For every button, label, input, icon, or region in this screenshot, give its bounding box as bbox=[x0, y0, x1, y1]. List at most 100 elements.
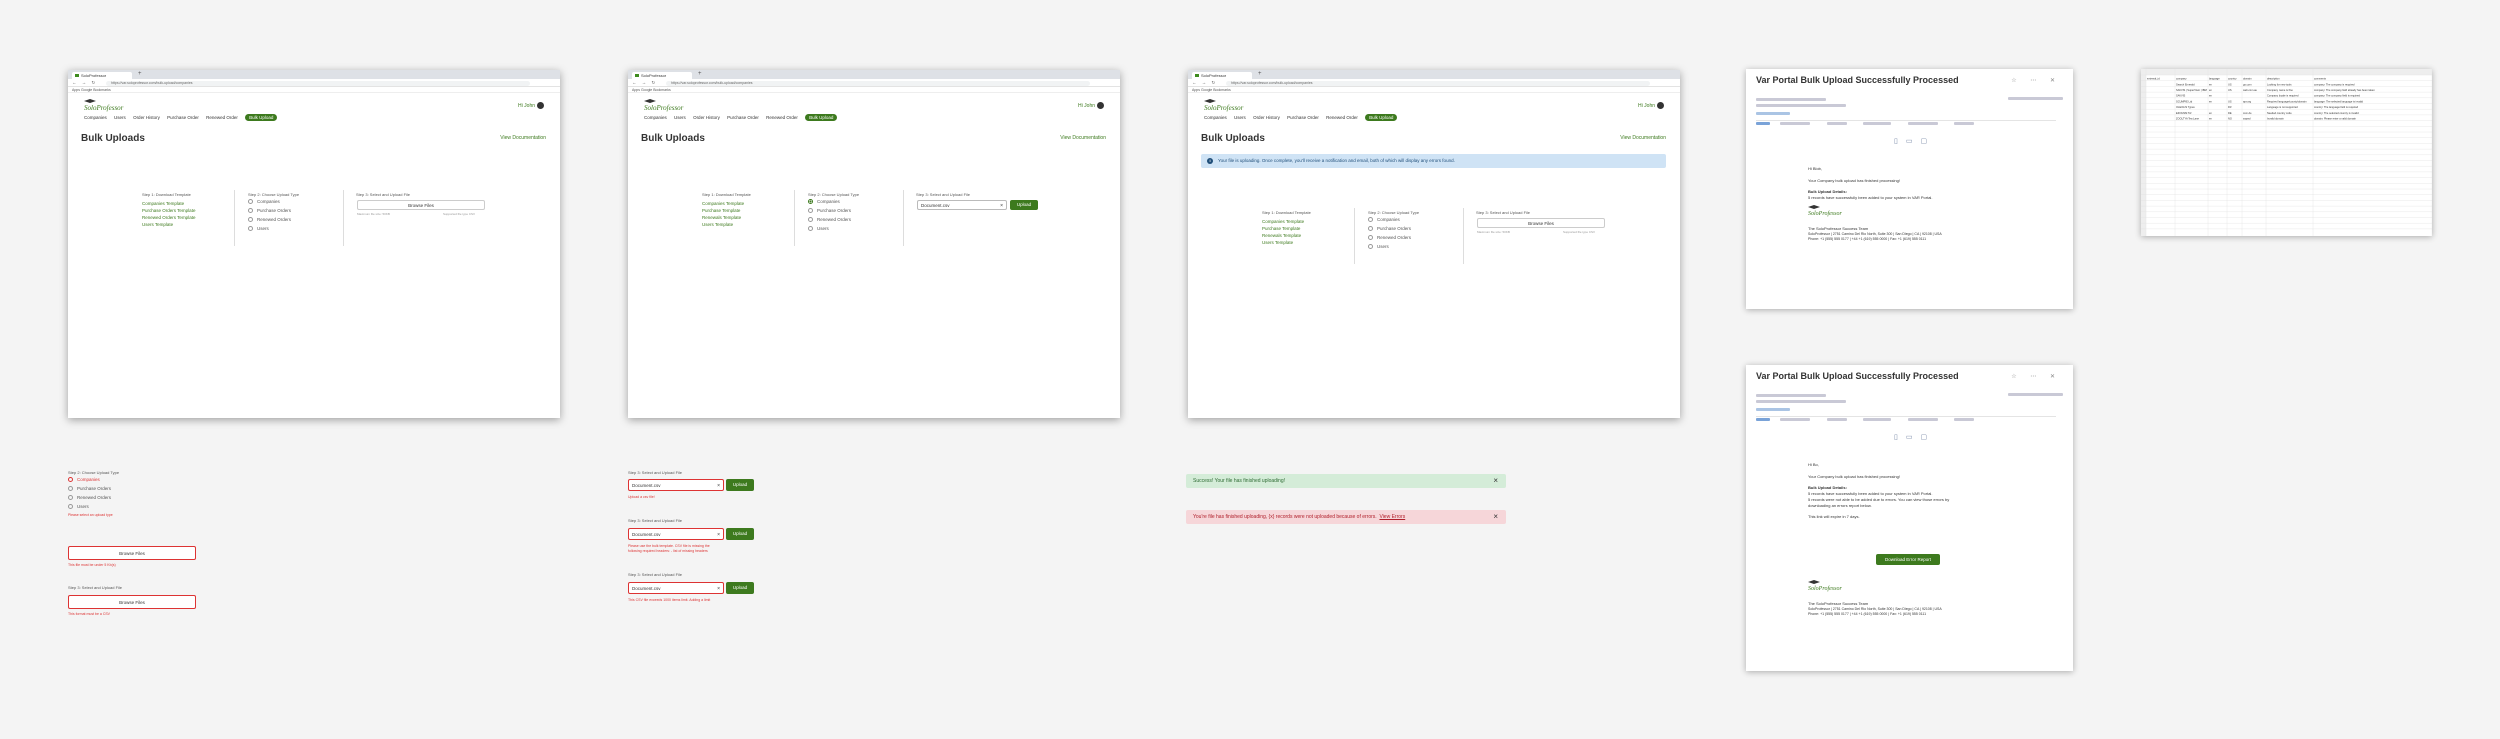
upload-button[interactable]: Upload bbox=[726, 528, 754, 540]
nav-renewed-order[interactable]: Renewed Order bbox=[766, 115, 798, 120]
companies-template-link[interactable]: Companies Template bbox=[1262, 218, 1311, 225]
radio-companies[interactable]: Companies bbox=[248, 197, 299, 206]
nav-companies[interactable]: Companies bbox=[1204, 115, 1227, 120]
step3: Step 3: Select and Upload File bbox=[356, 192, 496, 197]
upload-button[interactable]: Upload bbox=[726, 479, 754, 491]
email-actions-icon[interactable]: ☆ ⋯ ✕ bbox=[2011, 373, 2061, 380]
view-errors-link[interactable]: View Errors bbox=[1379, 514, 1405, 520]
file-input-error[interactable]: Document.csv × bbox=[628, 479, 724, 491]
nav-order-history[interactable]: Order History bbox=[133, 115, 160, 120]
no-type-error: Please select an upload type bbox=[68, 513, 113, 517]
renewed-template-link[interactable]: Renewals Template bbox=[1262, 232, 1311, 239]
radio-companies[interactable]: Companies bbox=[808, 197, 859, 206]
nav-bulk-upload[interactable]: Bulk Upload bbox=[805, 114, 838, 121]
url-field[interactable]: https://var.soloprofessor.com/bulk-uploa… bbox=[666, 80, 1090, 86]
companies-template-link[interactable]: Companies Template bbox=[142, 200, 195, 207]
nav-users[interactable]: Users bbox=[114, 115, 126, 120]
renewed-template-link[interactable]: Renewed Orders Template bbox=[142, 214, 195, 221]
nav-purchase-order[interactable]: Purchase Order bbox=[1287, 115, 1319, 120]
new-tab-icon[interactable]: + bbox=[138, 71, 142, 77]
view-docs-link[interactable]: View Documentation bbox=[500, 135, 546, 141]
user-menu[interactable]: Hi John bbox=[1638, 102, 1664, 109]
close-icon[interactable]: × bbox=[1493, 474, 1498, 488]
radio-renewed[interactable]: Renewed Orders bbox=[1368, 233, 1419, 242]
radio-purchase[interactable]: Purchase Orders bbox=[808, 206, 859, 215]
clear-file-icon[interactable]: × bbox=[717, 480, 720, 492]
browser-tab[interactable]: SoloProfessor bbox=[1192, 72, 1252, 79]
radio-companies[interactable]: Companies bbox=[68, 475, 119, 484]
browser-tab[interactable]: SoloProfessor bbox=[72, 72, 132, 79]
radio-users[interactable]: Users bbox=[1368, 242, 1419, 251]
nav-purchase-order[interactable]: Purchase Order bbox=[727, 115, 759, 120]
radio-users[interactable]: Users bbox=[248, 224, 299, 233]
nav-arrows-icon[interactable]: ← → ↻ bbox=[632, 80, 657, 86]
nav-purchase-order[interactable]: Purchase Order bbox=[167, 115, 199, 120]
nav-bulk-upload[interactable]: Bulk Upload bbox=[245, 114, 278, 121]
nav-arrows-icon[interactable]: ← → ↻ bbox=[72, 80, 97, 86]
nav-bulk-upload[interactable]: Bulk Upload bbox=[1365, 114, 1398, 121]
device-preview-icon[interactable]: ▯▭▢ bbox=[1894, 433, 1935, 441]
users-template-link[interactable]: Users Template bbox=[1262, 239, 1311, 246]
file-input-error[interactable]: Document.csv × bbox=[628, 582, 724, 594]
radio-purchase[interactable]: Purchase Orders bbox=[1368, 224, 1419, 233]
user-menu[interactable]: Hi John bbox=[1078, 102, 1104, 109]
purchase-template-link[interactable]: Purchase Orders Template bbox=[142, 207, 195, 214]
nav-order-history[interactable]: Order History bbox=[1253, 115, 1280, 120]
headers-error-2: following required headers: - list of mi… bbox=[628, 549, 708, 553]
device-preview-icon[interactable]: ▯▭▢ bbox=[1894, 137, 1935, 145]
step2: Step 2: Choose Upload Type Companies Pur… bbox=[248, 192, 299, 233]
radio-users[interactable]: Users bbox=[68, 502, 119, 511]
sheet-cell: apr.org bbox=[2243, 99, 2252, 103]
sheet-cell: country: The selected country is invalid bbox=[2314, 111, 2359, 115]
file-input[interactable]: Document.csv × bbox=[917, 200, 1007, 210]
logo: SoloProfessor bbox=[84, 99, 123, 112]
radio-renewed[interactable]: Renewed Orders bbox=[68, 493, 119, 502]
view-docs-link[interactable]: View Documentation bbox=[1060, 135, 1106, 141]
nav-order-history[interactable]: Order History bbox=[693, 115, 720, 120]
browser-tab[interactable]: SoloProfessor bbox=[632, 72, 692, 79]
sheet-cell: company: The company field already has b… bbox=[2314, 88, 2375, 92]
upload-button[interactable]: Upload bbox=[726, 582, 754, 594]
browse-files-button-error[interactable]: Browse Files bbox=[68, 546, 196, 560]
radio-purchase[interactable]: Purchase Orders bbox=[68, 484, 119, 493]
view-docs-link[interactable]: View Documentation bbox=[1620, 135, 1666, 141]
nav-renewed-order[interactable]: Renewed Order bbox=[206, 115, 238, 120]
clear-file-icon[interactable]: × bbox=[717, 583, 720, 595]
supported-type-note: Supported file type CSV bbox=[1563, 230, 1596, 234]
browse-files-button[interactable]: Browse Files bbox=[357, 200, 485, 210]
radio-renewed[interactable]: Renewed Orders bbox=[248, 215, 299, 224]
browse-files-button-error[interactable]: Browse Files bbox=[68, 595, 196, 609]
users-template-link[interactable]: Users Template bbox=[142, 221, 195, 228]
renewed-template-link[interactable]: Renewals Template bbox=[702, 214, 751, 221]
nav-companies[interactable]: Companies bbox=[644, 115, 667, 120]
clear-file-icon[interactable]: × bbox=[717, 529, 720, 541]
upload-button[interactable]: Upload bbox=[1010, 200, 1038, 210]
nav-arrows-icon[interactable]: ← → ↻ bbox=[1192, 80, 1217, 86]
new-tab-icon[interactable]: + bbox=[1258, 71, 1262, 77]
file-input-error[interactable]: Document.csv × bbox=[628, 528, 724, 540]
users-template-link[interactable]: Users Template bbox=[702, 221, 751, 228]
email-with-errors: Var Portal Bulk Upload Successfully Proc… bbox=[1746, 365, 2073, 671]
email-actions-icon[interactable]: ☆ ⋯ ✕ bbox=[2011, 77, 2061, 84]
browse-files-button[interactable]: Browse Files bbox=[1477, 218, 1605, 228]
new-tab-icon[interactable]: + bbox=[698, 71, 702, 77]
clear-file-icon[interactable]: × bbox=[1000, 201, 1003, 211]
radio-companies[interactable]: Companies bbox=[1368, 215, 1419, 224]
purchase-template-link[interactable]: Purchase Template bbox=[702, 207, 751, 214]
nav-companies[interactable]: Companies bbox=[84, 115, 107, 120]
nav-users[interactable]: Users bbox=[674, 115, 686, 120]
companies-template-link[interactable]: Companies Template bbox=[702, 200, 751, 207]
purchase-template-link[interactable]: Purchase Template bbox=[1262, 225, 1311, 232]
radio-purchase[interactable]: Purchase Orders bbox=[248, 206, 299, 215]
max-size-note: Maximum file size: 50KB bbox=[1477, 230, 1510, 234]
radio-users[interactable]: Users bbox=[808, 224, 859, 233]
close-icon[interactable]: × bbox=[1493, 510, 1498, 524]
radio-renewed[interactable]: Renewed Orders bbox=[808, 215, 859, 224]
user-menu[interactable]: Hi John bbox=[518, 102, 544, 109]
sheet-cell: NO bbox=[2228, 117, 2232, 121]
nav-users[interactable]: Users bbox=[1234, 115, 1246, 120]
download-error-report-button[interactable]: Download Error Report bbox=[1876, 554, 1940, 565]
nav-renewed-order[interactable]: Renewed Order bbox=[1326, 115, 1358, 120]
url-field[interactable]: https://var.soloprofessor.com/bulk-uploa… bbox=[106, 80, 530, 86]
url-field[interactable]: https://var.soloprofessor.com/bulk-uploa… bbox=[1226, 80, 1650, 86]
